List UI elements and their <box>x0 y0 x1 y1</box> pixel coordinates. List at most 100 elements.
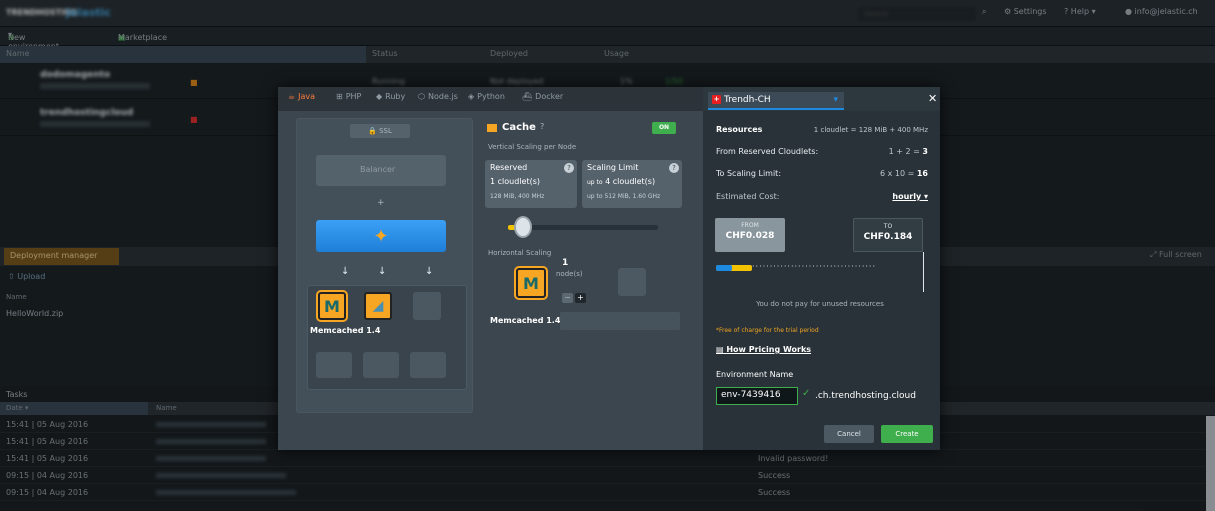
horizontal-scaling-label: Horizontal Scaling <box>488 249 552 257</box>
cost-period-dropdown[interactable]: hourly ▾ <box>716 192 928 201</box>
tab-python-label: Python <box>477 92 505 101</box>
how-pricing-label: How Pricing Works <box>726 345 812 354</box>
node-count-label: node(s) <box>556 270 583 278</box>
arrow-down-icon: ↓ <box>341 266 350 277</box>
tab-ruby-label: Ruby <box>385 92 406 101</box>
balancer-node[interactable]: Balancer <box>316 155 446 186</box>
scaling-limit-box: Scaling Limit ? up to 4 cloudlet(s) up t… <box>582 160 682 208</box>
memcached-icon[interactable]: M <box>318 292 346 320</box>
tab-python[interactable]: ◈ Python <box>468 92 505 101</box>
trial-note: *Free of charge for the trial period <box>716 327 819 334</box>
decrease-nodes-button[interactable]: − <box>562 293 573 303</box>
tab-php-label: PHP <box>345 92 362 101</box>
storage-icon[interactable] <box>413 292 441 320</box>
to-value: CHF0.184 <box>863 232 913 242</box>
unused-resources-note: You do not pay for unused resources <box>756 300 884 308</box>
ssl-toggle[interactable]: 🔒 SSL <box>350 124 410 138</box>
extra-node-icon[interactable] <box>363 352 399 378</box>
from-reserved-expr: 1 + 2 = <box>888 147 920 156</box>
cloudlet-definition: 1 cloudlet = 128 MiB + 400 MHz <box>813 126 928 134</box>
limit-cloudlets[interactable]: up to 4 cloudlet(s) <box>587 177 655 186</box>
ssl-label: SSL <box>379 127 392 135</box>
swiss-flag-icon: + <box>712 95 721 104</box>
close-icon[interactable]: ✕ <box>928 92 937 105</box>
reserved-cloudlets[interactable]: 1 cloudlet(s) <box>490 177 540 186</box>
region-label: Trendh-CH <box>724 95 771 105</box>
to-limit-value: 6 x 10 = 16 <box>716 169 928 178</box>
limit-value[interactable]: 4 <box>605 177 610 186</box>
domain-suffix: .ch.trendhosting.cloud <box>815 391 916 401</box>
limit-title: Scaling Limit <box>587 163 639 172</box>
balancer-label: Balancer <box>360 165 396 174</box>
help-icon[interactable]: ? <box>564 163 574 173</box>
extra-node-icon[interactable] <box>316 352 352 378</box>
cloudlet-slider-handle[interactable] <box>514 216 532 238</box>
tab-ruby[interactable]: ◆ Ruby <box>376 92 405 101</box>
cost-bar-range: ··································· <box>752 262 877 270</box>
extra-node-icon[interactable] <box>410 352 446 378</box>
help-icon[interactable]: ? <box>669 163 679 173</box>
language-tabs: ☕ Java ⊞ PHP ◆ Ruby ⬡ Node.js ◈ Python ⛴ Docke… <box>278 87 703 111</box>
python-icon: ◈ <box>468 92 475 101</box>
reserved-value[interactable]: 1 <box>490 177 495 186</box>
php-icon: ⊞ <box>336 92 343 101</box>
node-stack-label: Memcached 1.4 <box>490 316 561 325</box>
increase-nodes-button[interactable]: + <box>575 293 586 303</box>
node-name-field[interactable] <box>560 312 680 330</box>
reserved-unit: cloudlet(s) <box>497 177 540 186</box>
java-icon: ☕ <box>288 92 296 101</box>
reserved-title: Reserved <box>490 163 528 172</box>
cache-title: Cache <box>502 122 536 133</box>
region-dropdown[interactable]: Trendh-CH ▾ <box>708 92 844 110</box>
node-placeholder-icon <box>618 268 646 296</box>
to-limit-expr: 6 x 10 = <box>879 169 915 178</box>
vertical-scaling-label: Vertical Scaling per Node <box>488 143 577 151</box>
help-icon[interactable]: ? <box>540 122 544 131</box>
min-cost-box: FROM CHF0.028 <box>715 218 785 252</box>
document-icon: ▤ <box>716 345 724 354</box>
env-name-label: Environment Name <box>716 370 794 379</box>
reserved-sub: 128 MiB, 400 MHz <box>490 193 545 200</box>
chevron-down-icon: ▾ <box>833 95 838 105</box>
cost-bar-end-marker <box>923 252 924 292</box>
to-label: TO <box>883 223 893 230</box>
memcached-node-icon: M <box>516 268 546 298</box>
env-name-input[interactable]: env-7439416 <box>716 387 798 405</box>
cancel-button[interactable]: Cancel <box>824 425 874 443</box>
cost-bar-min <box>716 265 732 271</box>
max-cost-box: TO CHF0.184 <box>853 218 923 252</box>
cat-icon: ✦ <box>373 225 389 247</box>
stack-label: Memcached 1.4 <box>310 326 381 335</box>
tab-java-label: Java <box>298 92 316 101</box>
reserved-box: Reserved ? 1 cloudlet(s) 128 MiB, 400 MH… <box>485 160 577 208</box>
lock-icon: 🔒 <box>368 127 377 135</box>
from-reserved-total: 3 <box>922 147 928 156</box>
app-server-node[interactable]: ✦ <box>316 220 446 252</box>
tab-docker[interactable]: ⛴ Docker <box>522 92 563 101</box>
node-count: 1 <box>562 258 569 268</box>
how-pricing-works-link[interactable]: ▤ How Pricing Works <box>716 345 811 354</box>
tab-docker-label: Docker <box>535 92 564 101</box>
from-label: FROM <box>741 222 759 229</box>
docker-icon: ⛴ <box>522 92 533 101</box>
limit-sub: up to 512 MiB, 1.60 GHz <box>587 193 661 200</box>
cost-period-label: hourly <box>892 192 922 201</box>
limit-unit: cloudlet(s) <box>612 177 656 186</box>
tab-nodejs-label: Node.js <box>427 92 458 101</box>
dolphin-icon[interactable]: ◢ <box>364 292 392 320</box>
to-limit-total: 16 <box>916 169 928 178</box>
nodejs-icon: ⬡ <box>418 92 425 101</box>
create-button[interactable]: Create <box>881 425 933 443</box>
tab-java[interactable]: ☕ Java <box>288 92 315 101</box>
ruby-icon: ◆ <box>376 92 383 101</box>
arrow-down-icon: ↓ <box>425 266 434 277</box>
add-icon[interactable]: + <box>377 198 385 208</box>
cache-icon <box>487 124 497 132</box>
from-value: CHF0.028 <box>725 231 775 241</box>
tab-nodejs[interactable]: ⬡ Node.js <box>418 92 458 101</box>
cache-toggle[interactable]: ON <box>652 122 676 134</box>
limit-prefix: up to <box>587 179 603 186</box>
check-icon: ✓ <box>802 388 811 399</box>
arrow-down-icon: ↓ <box>378 266 387 277</box>
tab-php[interactable]: ⊞ PHP <box>336 92 361 101</box>
